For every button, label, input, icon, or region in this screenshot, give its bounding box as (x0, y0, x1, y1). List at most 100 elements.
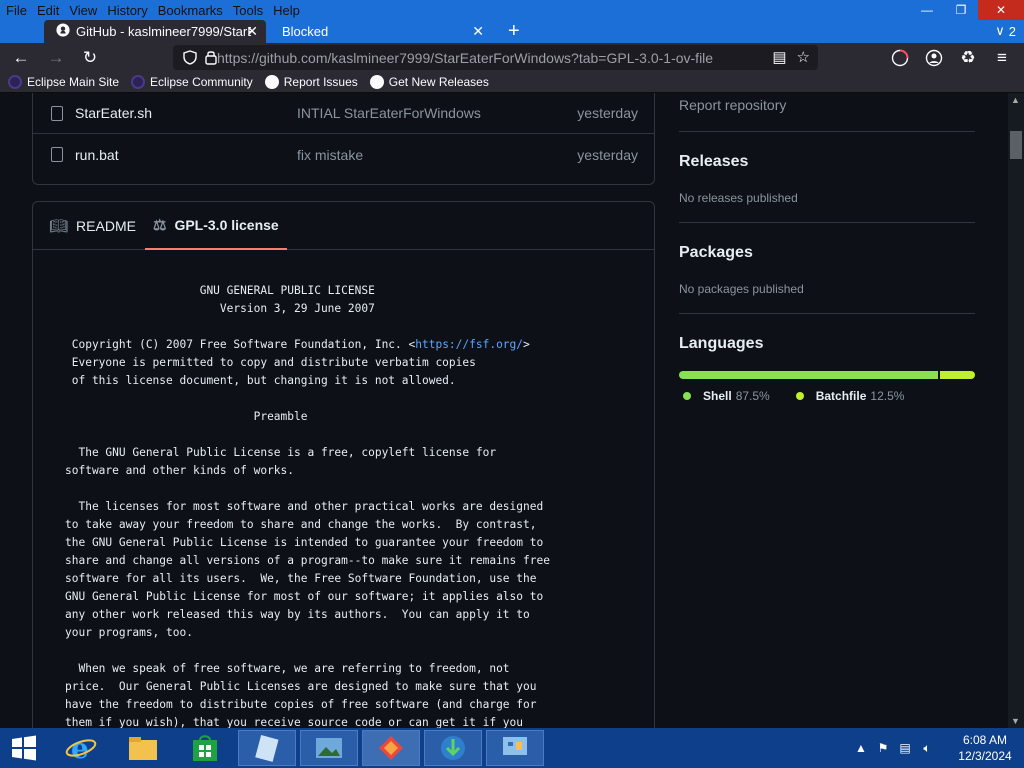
file-name[interactable]: StarEater.sh (75, 105, 152, 121)
clock[interactable]: 6:08 AM 12/3/2024 (946, 732, 1024, 764)
license-line: software and other kinds of works. (65, 464, 295, 477)
license-line: Preamble (65, 410, 308, 423)
menu-tools[interactable]: Tools (233, 3, 263, 18)
bookmark-report-issues[interactable]: Report Issues (264, 75, 358, 89)
language-percent: 12.5% (870, 389, 905, 403)
bookmark-eclipse-main[interactable]: Eclipse Main Site (8, 75, 119, 89)
back-icon[interactable]: ← (10, 47, 32, 69)
license-line: software for all its users. We, the Free… (65, 572, 537, 585)
commit-message[interactable]: fix mistake (297, 147, 363, 163)
bookmark-get-new-releases[interactable]: Get New Releases (369, 75, 489, 89)
photo-viewer-icon[interactable] (300, 730, 358, 766)
fsf-link[interactable]: https://fsf.org/ (415, 338, 523, 351)
url-bar[interactable]: https://github.com/kaslmineer7999/StarEa… (173, 45, 818, 70)
account-icon[interactable] (923, 47, 945, 69)
tab-title: Blocked (282, 24, 329, 39)
menu-history[interactable]: History (107, 3, 147, 18)
tab-count[interactable]: ∨ 2 (995, 23, 1016, 39)
tab-readme[interactable]: 📖︎ README (49, 202, 136, 250)
flag-icon[interactable]: ⚑ (872, 741, 894, 755)
new-tab-icon[interactable]: + (508, 20, 520, 42)
scrollbar-thumb[interactable] (1010, 131, 1022, 159)
close-tab-icon[interactable]: ✕ (246, 23, 258, 40)
windows-taskbar: e ▲ ⚑ ▤ 🔈︎ 6:08 AM 12/3/2024 (0, 728, 1024, 768)
tab-blocked[interactable]: Blocked ✕ (270, 20, 492, 43)
shield-icon[interactable] (183, 50, 197, 68)
language-batchfile[interactable]: Batchfile 12.5% (792, 389, 905, 403)
book-icon: 📖︎ (49, 218, 69, 235)
language-shell[interactable]: Shell 87.5% (679, 389, 770, 403)
commit-message[interactable]: INTIAL StarEaterForWindows (297, 105, 481, 121)
network-icon[interactable]: ▤ (894, 741, 916, 755)
store-icon[interactable] (176, 730, 234, 766)
report-repository-link[interactable]: Report repository (679, 97, 786, 113)
releases-heading[interactable]: Releases (679, 153, 748, 171)
language-bar-shell (679, 371, 938, 379)
language-dot (683, 392, 691, 400)
window-close-button[interactable]: ✕ (978, 0, 1024, 20)
menu-file[interactable]: File (6, 3, 27, 18)
law-icon: ⚖ (153, 217, 167, 234)
file-icon (51, 105, 63, 121)
bookmark-eclipse-community[interactable]: Eclipse Community (131, 75, 253, 89)
minimize-button[interactable]: — (910, 0, 944, 20)
windows-logo-icon (12, 735, 36, 761)
scroll-down-icon[interactable]: ▼ (1011, 716, 1020, 726)
menu-help[interactable]: Help (273, 3, 300, 18)
language-name: Shell (703, 389, 732, 403)
forward-icon[interactable]: → (45, 47, 67, 69)
chevron-down-icon: ∨ (995, 23, 1005, 38)
license-line: GNU General Public License for most of o… (65, 590, 544, 603)
file-explorer-icon[interactable] (114, 730, 172, 766)
menu-edit[interactable]: Edit (37, 3, 59, 18)
license-line: > (523, 338, 530, 351)
firefox-icon[interactable] (362, 730, 420, 766)
tab-github[interactable]: GitHub - kaslmineer7999/StarEa ✕ (44, 20, 266, 43)
download-manager-icon[interactable] (424, 730, 482, 766)
reader-view-icon[interactable]: ▤ (772, 48, 786, 66)
system-tray: ▲ ⚑ ▤ 🔈︎ 6:08 AM 12/3/2024 (850, 728, 1024, 768)
extensions-icon[interactable]: ♻ (957, 47, 979, 69)
internet-explorer-icon[interactable]: e (52, 730, 110, 766)
url-path: kaslmineer7999/StarEaterForWindows?tab=G… (331, 49, 714, 66)
file-row[interactable]: StarEater.sh INTIAL StarEaterForWindows … (33, 93, 654, 134)
commit-date: yesterday (577, 105, 638, 121)
tab-count-label: 2 (1008, 23, 1016, 39)
license-line: The licenses for most software and other… (65, 500, 544, 513)
menu-hamburger-icon[interactable]: ≡ (991, 47, 1013, 69)
file-icon (51, 147, 63, 162)
clock-time: 6:08 AM (962, 733, 1008, 747)
bookmark-star-icon[interactable]: ☆ (797, 48, 810, 66)
file-name[interactable]: run.bat (75, 147, 119, 163)
menu-view[interactable]: View (69, 3, 97, 18)
restore-button[interactable]: ❐ (944, 0, 978, 20)
eclipse-icon (131, 75, 146, 89)
bookmarks-toolbar: Eclipse Main Site Eclipse Community Repo… (0, 72, 1024, 93)
license-line: Version 3, 29 June 2007 (65, 302, 375, 315)
language-percent: 87.5% (735, 389, 770, 403)
close-tab-icon[interactable]: ✕ (472, 23, 484, 40)
tray-expand-icon[interactable]: ▲ (850, 741, 872, 755)
notepad-icon[interactable] (238, 730, 296, 766)
menu-bookmarks[interactable]: Bookmarks (158, 3, 223, 18)
scroll-up-icon[interactable]: ▲ (1011, 95, 1020, 105)
page-scrollbar[interactable]: ▲ ▼ (1008, 93, 1024, 728)
tab-label: GPL-3.0 license (174, 217, 279, 233)
lock-icon[interactable] (205, 49, 217, 68)
url-text: https://github.com/kaslmineer7999/StarEa… (217, 50, 713, 66)
license-line: of this license document, but changing i… (65, 374, 456, 387)
pocket-icon[interactable] (889, 47, 911, 69)
file-row[interactable]: run.bat fix mistake yesterday (33, 134, 654, 175)
github-icon (56, 23, 70, 40)
license-line: the GNU General Public License is intend… (65, 536, 544, 549)
tab-license[interactable]: ⚖ GPL-3.0 license (145, 202, 287, 250)
license-line: them if you wish), that you receive sour… (65, 716, 524, 728)
control-panel-icon[interactable] (486, 730, 544, 766)
github-icon (264, 75, 279, 89)
license-line: have the freedom to distribute copies of… (65, 698, 537, 711)
reload-icon[interactable]: ↻ (79, 47, 101, 69)
packages-heading[interactable]: Packages (679, 244, 753, 262)
start-button[interactable] (0, 730, 48, 766)
volume-muted-icon[interactable]: 🔈︎ (916, 741, 938, 756)
readme-tab-bar: 📖︎ README ⚖ GPL-3.0 license (33, 202, 654, 250)
